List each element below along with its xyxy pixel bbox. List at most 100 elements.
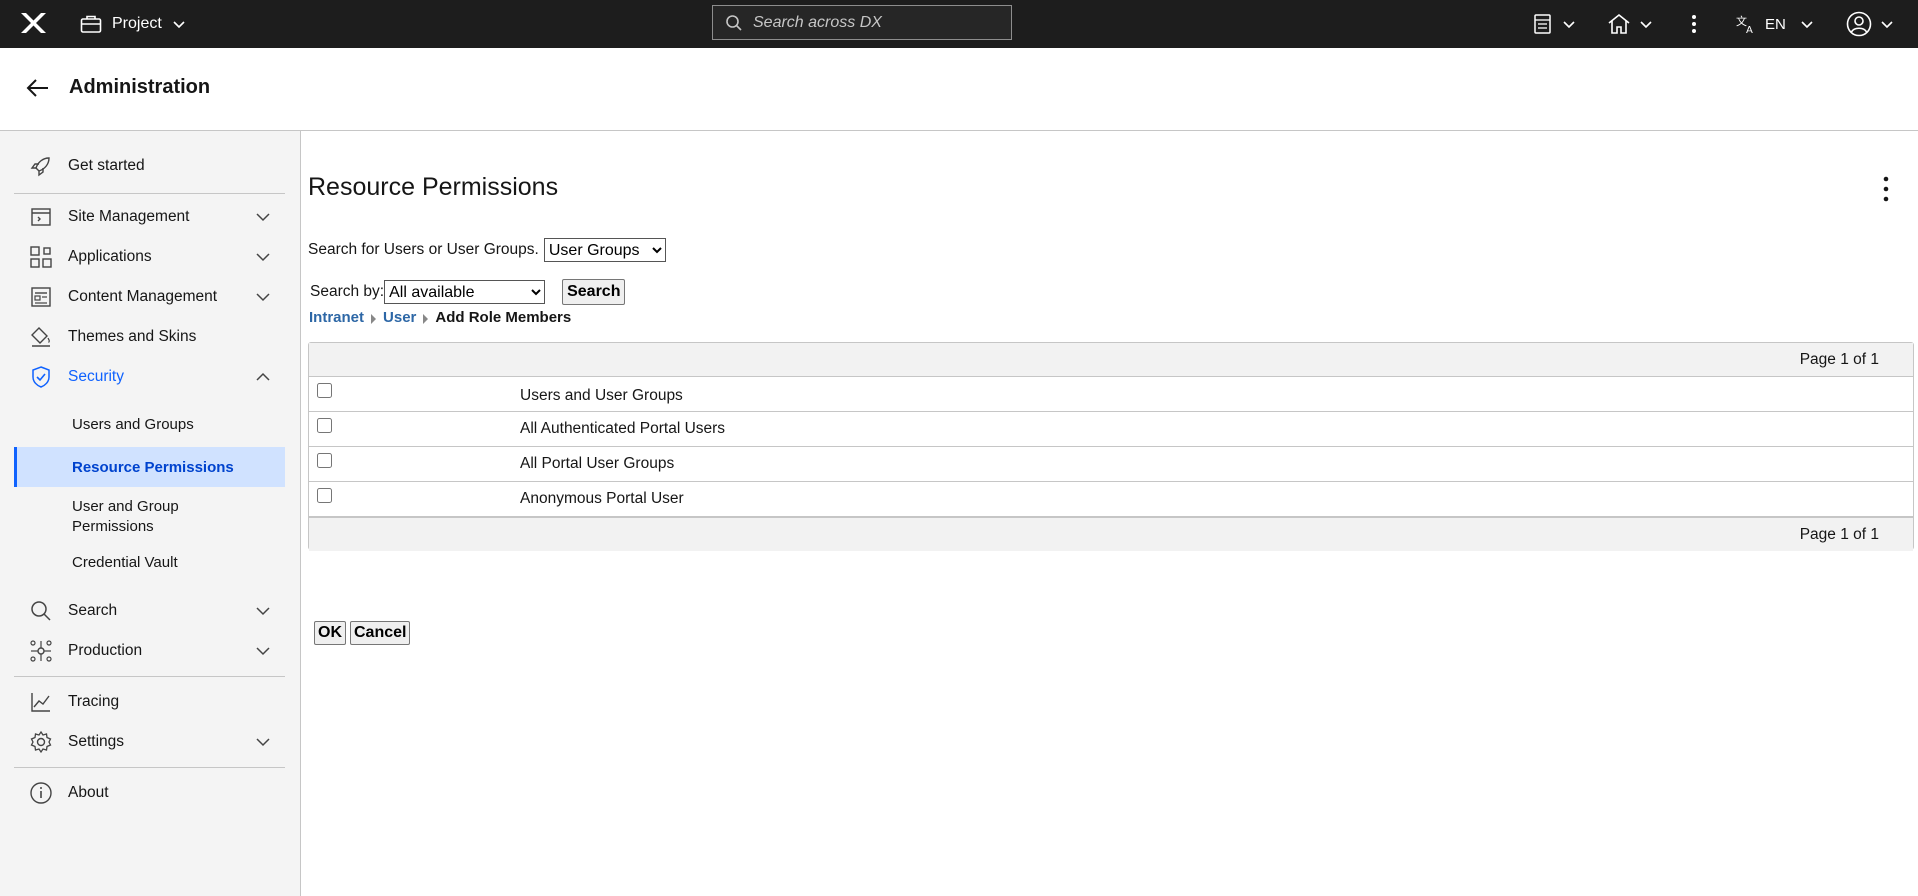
breadcrumb-link-intranet[interactable]: Intranet (309, 309, 364, 326)
shield-check-icon (28, 364, 54, 390)
home-selector[interactable] (1607, 0, 1653, 48)
sidebar-item-label: Get started (68, 157, 145, 174)
cancel-button[interactable]: Cancel (350, 621, 411, 645)
search-for-select[interactable]: User Groups (543, 238, 666, 262)
user-menu[interactable] (1846, 0, 1894, 48)
sidebar-item-content-management[interactable]: Content Management (14, 277, 285, 317)
chevron-down-icon (256, 253, 270, 262)
admin-header: Administration (0, 48, 1918, 131)
overflow-menu-vertical-icon[interactable] (1874, 173, 1898, 205)
page-title: Resource Permissions (308, 173, 559, 201)
sidebar-item-production[interactable]: Production (14, 631, 285, 671)
project-label: Project (112, 15, 162, 32)
select-all-checkbox[interactable] (317, 383, 332, 398)
translate-icon: 文A (1736, 14, 1753, 35)
breadcrumb-current: Add Role Members (435, 309, 572, 326)
chevron-down-icon (1801, 21, 1813, 29)
breadcrumb: Intranet User Add Role Members (309, 309, 571, 326)
home-icon (1608, 13, 1630, 34)
briefcase-icon (80, 15, 102, 33)
gear-icon (28, 729, 54, 755)
sidebar-item-label: Applications (68, 248, 152, 265)
row-checkbox[interactable] (317, 453, 332, 468)
sidebar-subitem-label: Credential Vault (72, 553, 178, 571)
chevron-down-icon (173, 21, 185, 29)
main-content: Resource Permissions Search for Users or… (302, 131, 1918, 896)
search-icon (726, 14, 742, 31)
chevron-down-icon (256, 738, 270, 747)
user-avatar-icon (1846, 11, 1872, 37)
ok-button[interactable]: OK (314, 621, 346, 645)
table-row: All Portal User Groups (309, 447, 1913, 482)
search-by-label: Search by: (310, 283, 385, 300)
sidebar-subitem-credential-vault[interactable]: Credential Vault (14, 546, 285, 578)
sidebar-divider (14, 193, 285, 194)
sidebar-item-label: Search (68, 602, 118, 619)
sidebar-item-settings[interactable]: Settings (14, 722, 285, 762)
overflow-menu-vertical-icon (1692, 15, 1696, 33)
info-icon (28, 780, 54, 806)
applications-icon (28, 244, 54, 270)
dx-logo-icon[interactable] (18, 10, 48, 36)
top-bar: Project 文A EN (0, 0, 1918, 48)
members-table: Page 1 of 1 Users and User Groups All Au… (308, 342, 1914, 551)
sidebar-item-label: Settings (68, 733, 125, 750)
row-checkbox[interactable] (317, 488, 332, 503)
sidebar-item-get-started[interactable]: Get started (14, 146, 285, 186)
breadcrumb-separator-icon (423, 314, 429, 324)
chevron-up-icon (256, 372, 270, 381)
sidebar-item-search[interactable]: Search (14, 591, 285, 631)
search-for-label: Search for Users or User Groups. (308, 241, 539, 258)
form-actions: OK Cancel (314, 621, 411, 645)
chevron-down-icon (256, 607, 270, 616)
sidebar-item-label: Site Management (68, 208, 190, 225)
breadcrumb-separator-icon (371, 314, 377, 324)
sidebar-divider (14, 676, 285, 677)
sidebar-item-about[interactable]: About (14, 773, 285, 813)
chevron-down-icon (256, 647, 270, 656)
arrow-left-icon[interactable] (24, 74, 52, 102)
site-management-icon (28, 204, 54, 230)
sidebar-subitem-resource-permissions[interactable]: Resource Permissions (14, 447, 285, 487)
search-by-select[interactable]: All available (384, 280, 546, 304)
site-icon (1534, 14, 1551, 34)
sidebar: Get started Site Management Applications… (0, 131, 301, 896)
row-label: All Authenticated Portal Users (520, 420, 726, 437)
paint-bucket-icon (28, 324, 54, 350)
sidebar-item-label: Production (68, 642, 143, 659)
sidebar-item-label: Tracing (68, 693, 120, 710)
sidebar-item-site-management[interactable]: Site Management (14, 197, 285, 237)
sidebar-item-label: Security (68, 368, 124, 385)
sidebar-item-applications[interactable]: Applications (14, 237, 285, 277)
sidebar-subitem-label: Resource Permissions (72, 458, 234, 476)
language-selector[interactable]: 文A EN (1735, 0, 1814, 48)
network-icon (28, 638, 54, 664)
global-search-input[interactable] (753, 13, 993, 32)
sidebar-item-label: Themes and Skins (68, 328, 197, 345)
search-icon (28, 598, 54, 624)
sidebar-subitem-users-and-groups[interactable]: Users and Groups (14, 408, 285, 440)
svg-text:A: A (1746, 25, 1753, 35)
rocket-icon (28, 153, 54, 179)
pagination-label: Page 1 of 1 (1799, 350, 1879, 368)
row-checkbox[interactable] (317, 418, 332, 433)
more-menu[interactable] (1690, 0, 1698, 48)
sidebar-item-themes-and-skins[interactable]: Themes and Skins (14, 317, 285, 357)
breadcrumb-link-user[interactable]: User (383, 309, 416, 326)
search-button[interactable]: Search (562, 279, 626, 305)
site-selector[interactable] (1532, 0, 1576, 48)
sidebar-subitem-label: User and Group Permissions (72, 498, 179, 535)
chevron-down-icon (256, 213, 270, 222)
sidebar-item-tracing[interactable]: Tracing (14, 682, 285, 722)
global-search[interactable] (712, 5, 1012, 40)
row-label: All Portal User Groups (520, 455, 675, 472)
sidebar-item-security[interactable]: Security (14, 357, 285, 397)
language-label: EN (1765, 15, 1786, 33)
chevron-down-icon (256, 293, 270, 302)
table-row: All Authenticated Portal Users (309, 412, 1913, 447)
chart-line-icon (28, 689, 54, 715)
sidebar-item-label: About (68, 784, 109, 801)
project-selector[interactable]: Project (80, 0, 186, 48)
table-row: Anonymous Portal User (309, 482, 1913, 517)
sidebar-subitem-user-and-group-permissions[interactable]: User and Group Permissions (14, 494, 285, 540)
